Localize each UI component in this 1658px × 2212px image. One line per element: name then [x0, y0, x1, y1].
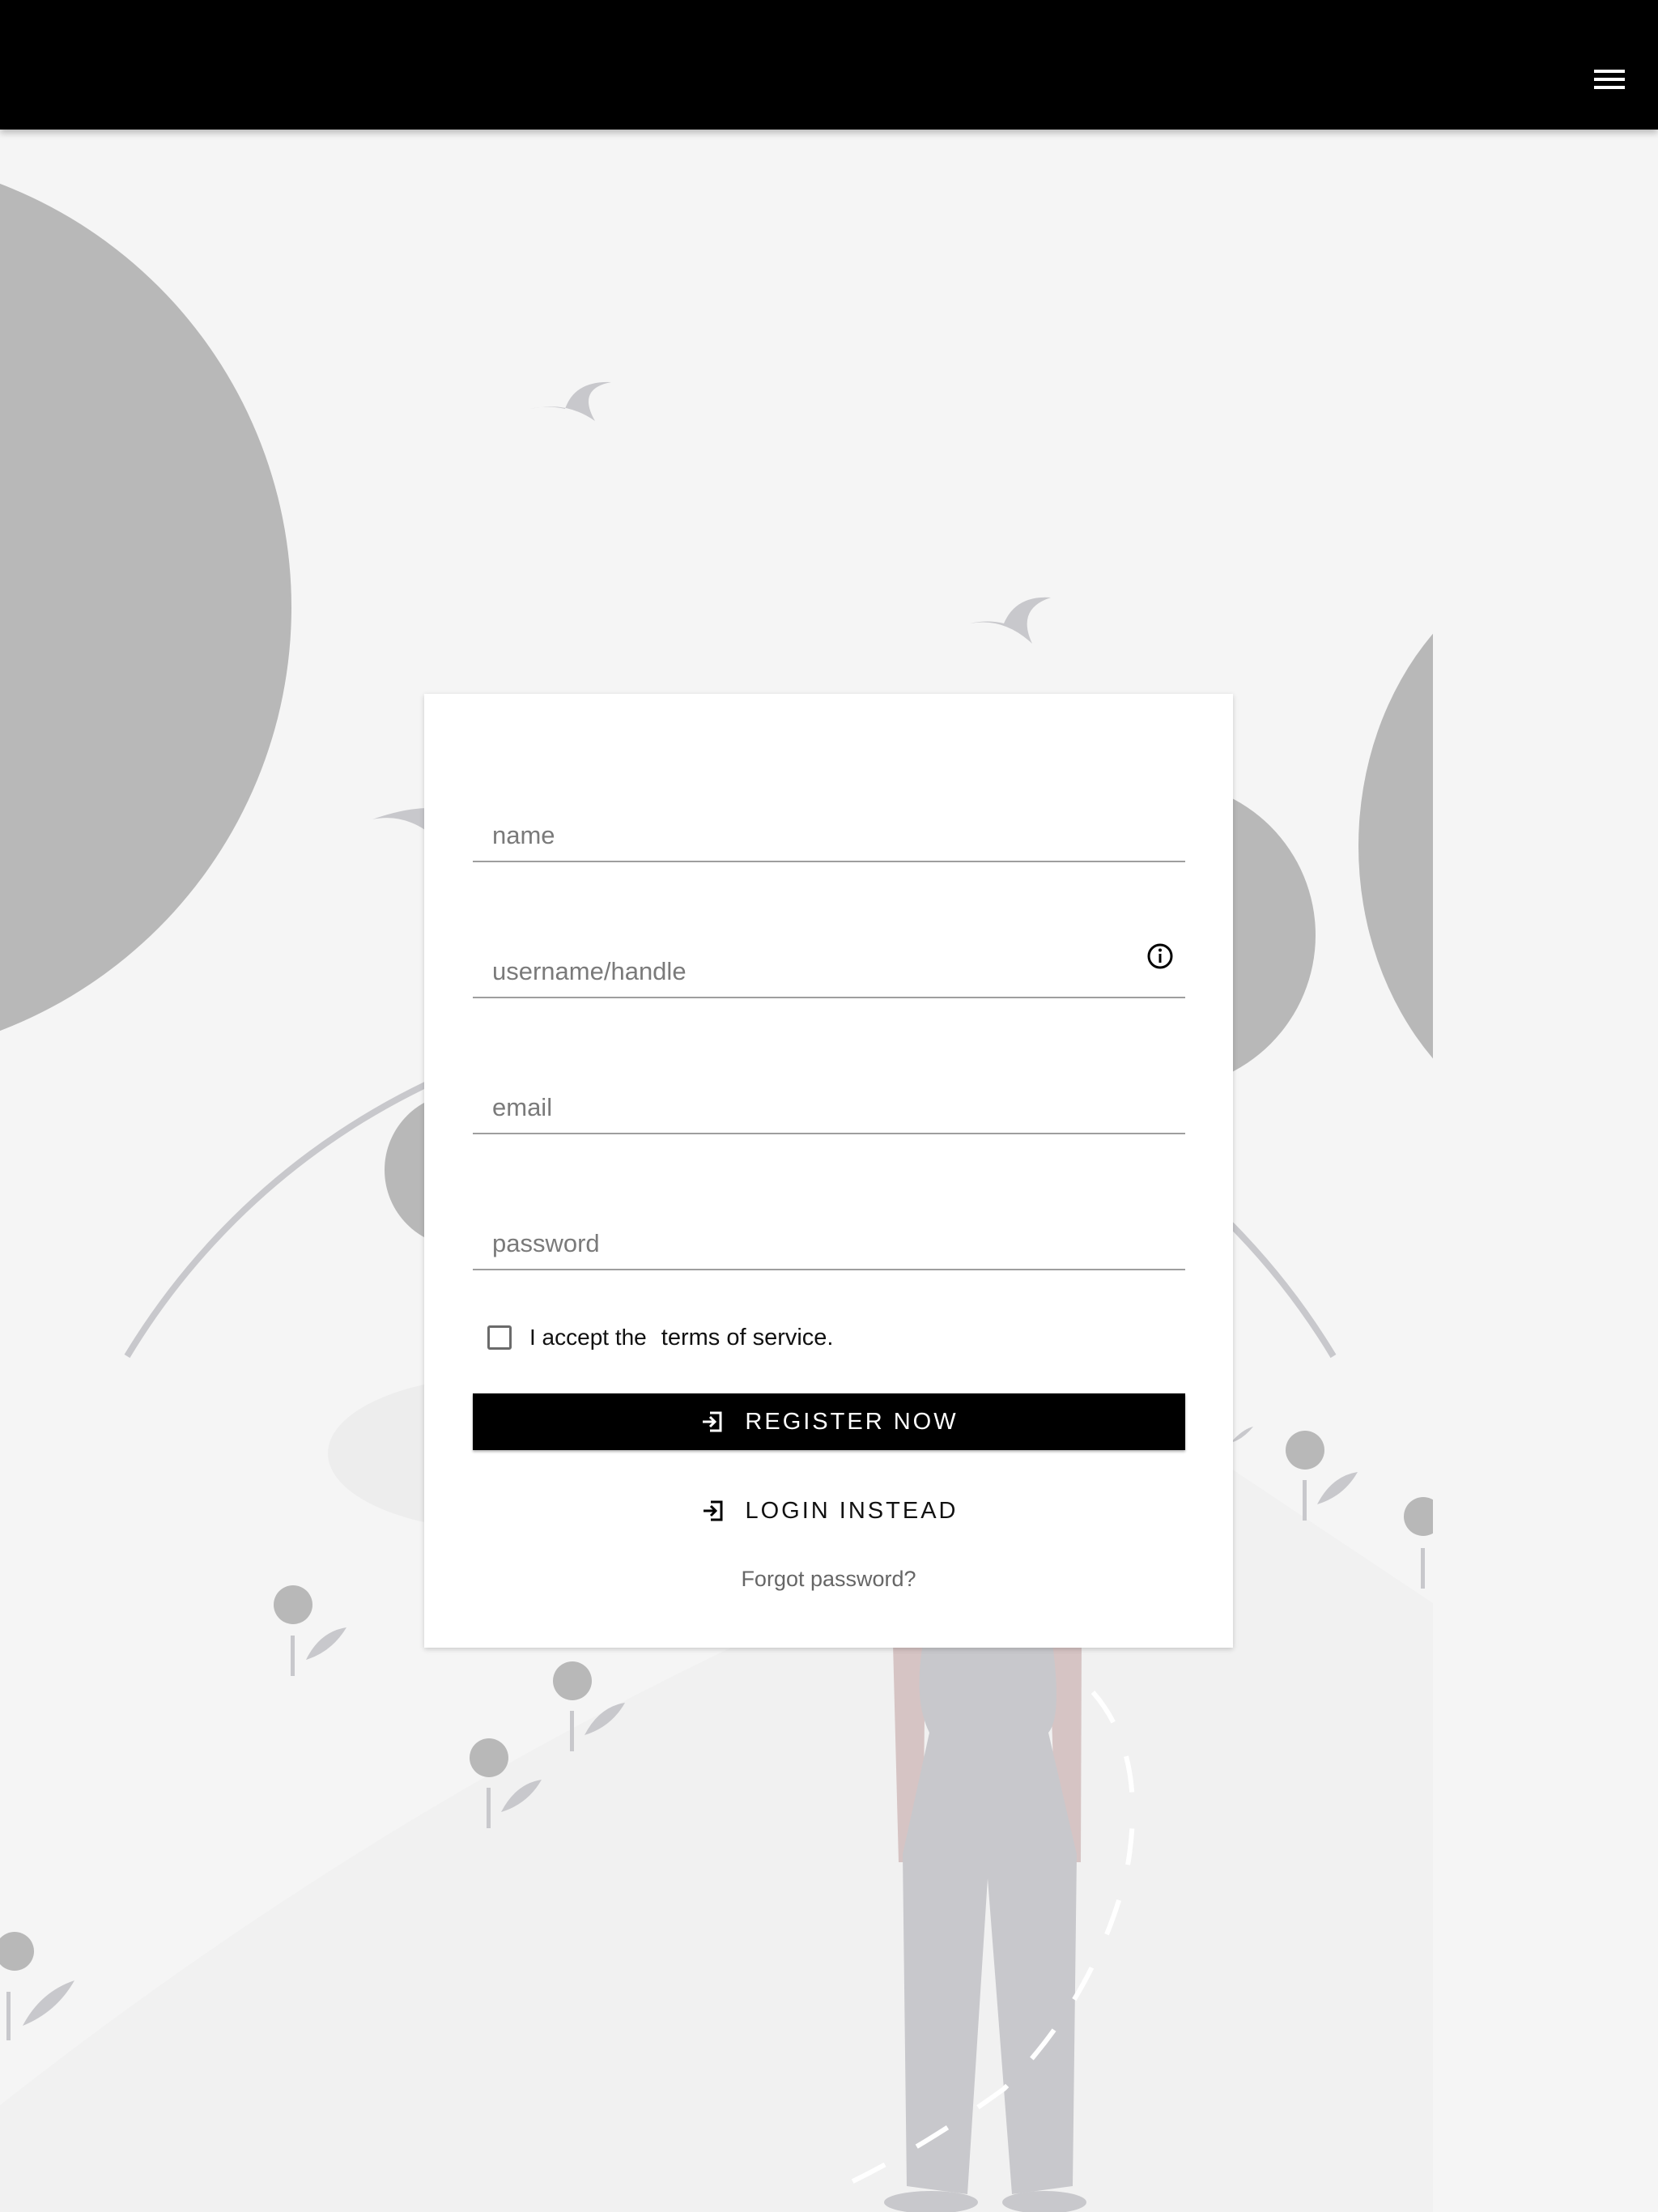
email-field[interactable] [473, 1052, 1185, 1134]
bird-1 [530, 381, 611, 421]
login-instead-button[interactable]: LOGIN INSTEAD [473, 1482, 1185, 1539]
username-field[interactable] [473, 916, 1185, 998]
register-button[interactable]: REGISTER NOW [473, 1393, 1185, 1450]
terms-checkbox[interactable] [487, 1325, 512, 1350]
large-circle-left [0, 183, 291, 1032]
username-input[interactable] [473, 916, 1185, 997]
bird-2 [970, 597, 1051, 644]
login-icon [703, 1500, 722, 1521]
forgot-password-link[interactable]: Forgot password? [424, 1567, 1233, 1592]
terms-of-service-link[interactable]: terms of service. [661, 1325, 834, 1351]
register-button-label: REGISTER NOW [745, 1408, 959, 1435]
plant-1 [274, 1585, 346, 1676]
info-icon[interactable] [1146, 942, 1174, 970]
login-instead-label: LOGIN INSTEAD [745, 1497, 959, 1524]
password-input[interactable] [473, 1188, 1185, 1269]
plant-4 [0, 1932, 74, 2040]
menu-icon [1594, 70, 1625, 89]
name-input[interactable] [473, 780, 1185, 861]
terms-row: I accept the terms of service. [487, 1317, 833, 1358]
menu-button[interactable] [1577, 47, 1642, 112]
login-icon [703, 1411, 722, 1432]
circle-right [1358, 633, 1433, 1059]
leaf-behind-card [1231, 1427, 1253, 1443]
terms-prefix: I accept the [529, 1325, 647, 1350]
bird-3 [372, 808, 429, 830]
register-card: I accept the terms of service. REGISTER … [424, 694, 1233, 1648]
name-field[interactable] [473, 780, 1185, 862]
plant-5 [1286, 1431, 1358, 1521]
password-field[interactable] [473, 1188, 1185, 1270]
plant-6 [1404, 1497, 1433, 1589]
app-bar [0, 0, 1658, 130]
email-input[interactable] [473, 1052, 1185, 1133]
